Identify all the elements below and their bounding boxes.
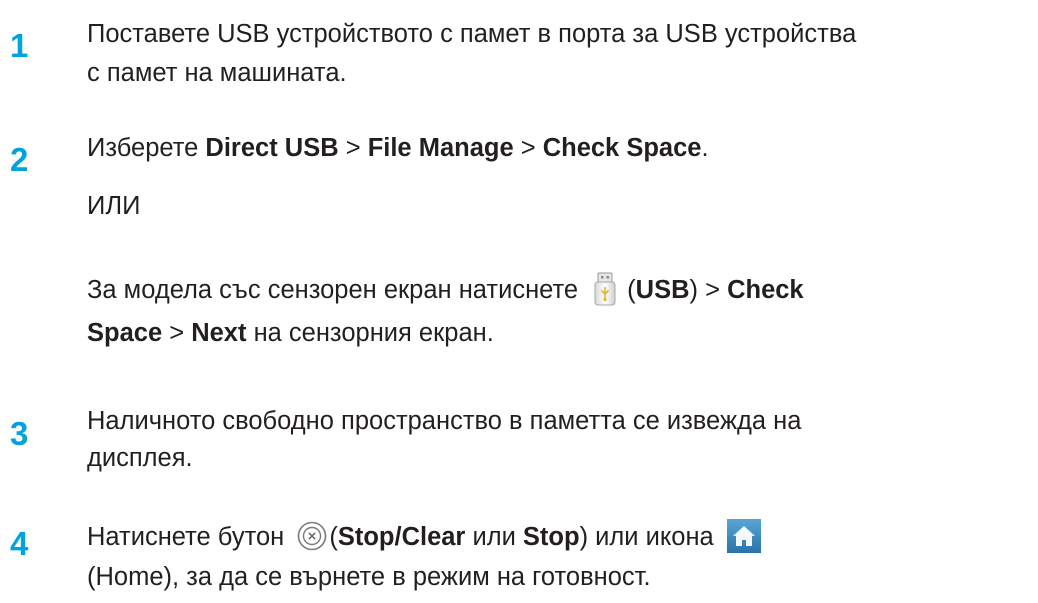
- path-separator: ) >: [689, 276, 728, 304]
- path-separator: >: [162, 319, 192, 347]
- step-text-line: Наличното свободно пространство в паметт…: [87, 407, 802, 435]
- or-label: ИЛИ: [87, 192, 141, 220]
- path-separator: >: [513, 134, 543, 162]
- usb-memory-icon: [593, 272, 617, 306]
- step-text: или: [465, 523, 523, 551]
- step-text-line: Поставете USB устройството с памет в пор…: [87, 20, 857, 48]
- menu-path-item: Check Space: [542, 134, 702, 162]
- step-text: на сензорния екран.: [246, 319, 494, 347]
- menu-path-item: Space: [87, 319, 163, 347]
- step-text-line: Изберете Direct USB > File Manage > Chec…: [87, 134, 709, 162]
- step-text-line: (Home), за да се върнете в режим на гото…: [87, 563, 651, 591]
- step-number: 3: [10, 415, 29, 452]
- menu-path-item: Check: [727, 276, 804, 304]
- step-number: 2: [10, 141, 29, 178]
- path-separator: >: [338, 134, 368, 162]
- step-text: (: [329, 523, 338, 551]
- step-text-line: За модела със сензорен екран натиснете (…: [87, 272, 804, 306]
- step-text-line: с памет на машината.: [87, 59, 347, 87]
- step-number: 4: [10, 525, 29, 562]
- stop-clear-icon: [297, 521, 327, 551]
- stop-label: Stop: [522, 523, 580, 551]
- step-text: (: [627, 276, 636, 304]
- menu-path-item: Next: [191, 319, 247, 347]
- step-text-line: Натиснете бутон (Stop/Clear или Stop) ил…: [87, 519, 761, 553]
- usb-label: USB: [635, 276, 690, 304]
- step-text: За модела със сензорен екран натиснете: [87, 276, 586, 304]
- step-number: 1: [10, 27, 29, 64]
- step-text-line: дисплея.: [87, 444, 193, 472]
- step-text: ) или икона: [579, 523, 721, 551]
- home-icon: [726, 519, 761, 553]
- step-text: Натиснете бутон: [87, 523, 292, 551]
- menu-path-item: Direct USB: [205, 134, 339, 162]
- stop-clear-label: Stop/Clear: [337, 523, 466, 551]
- step-text: .: [701, 134, 709, 162]
- step-text: Изберете: [87, 134, 206, 162]
- step-text-line: Space > Next на сензорния екран.: [87, 319, 494, 347]
- menu-path-item: File Manage: [367, 134, 514, 162]
